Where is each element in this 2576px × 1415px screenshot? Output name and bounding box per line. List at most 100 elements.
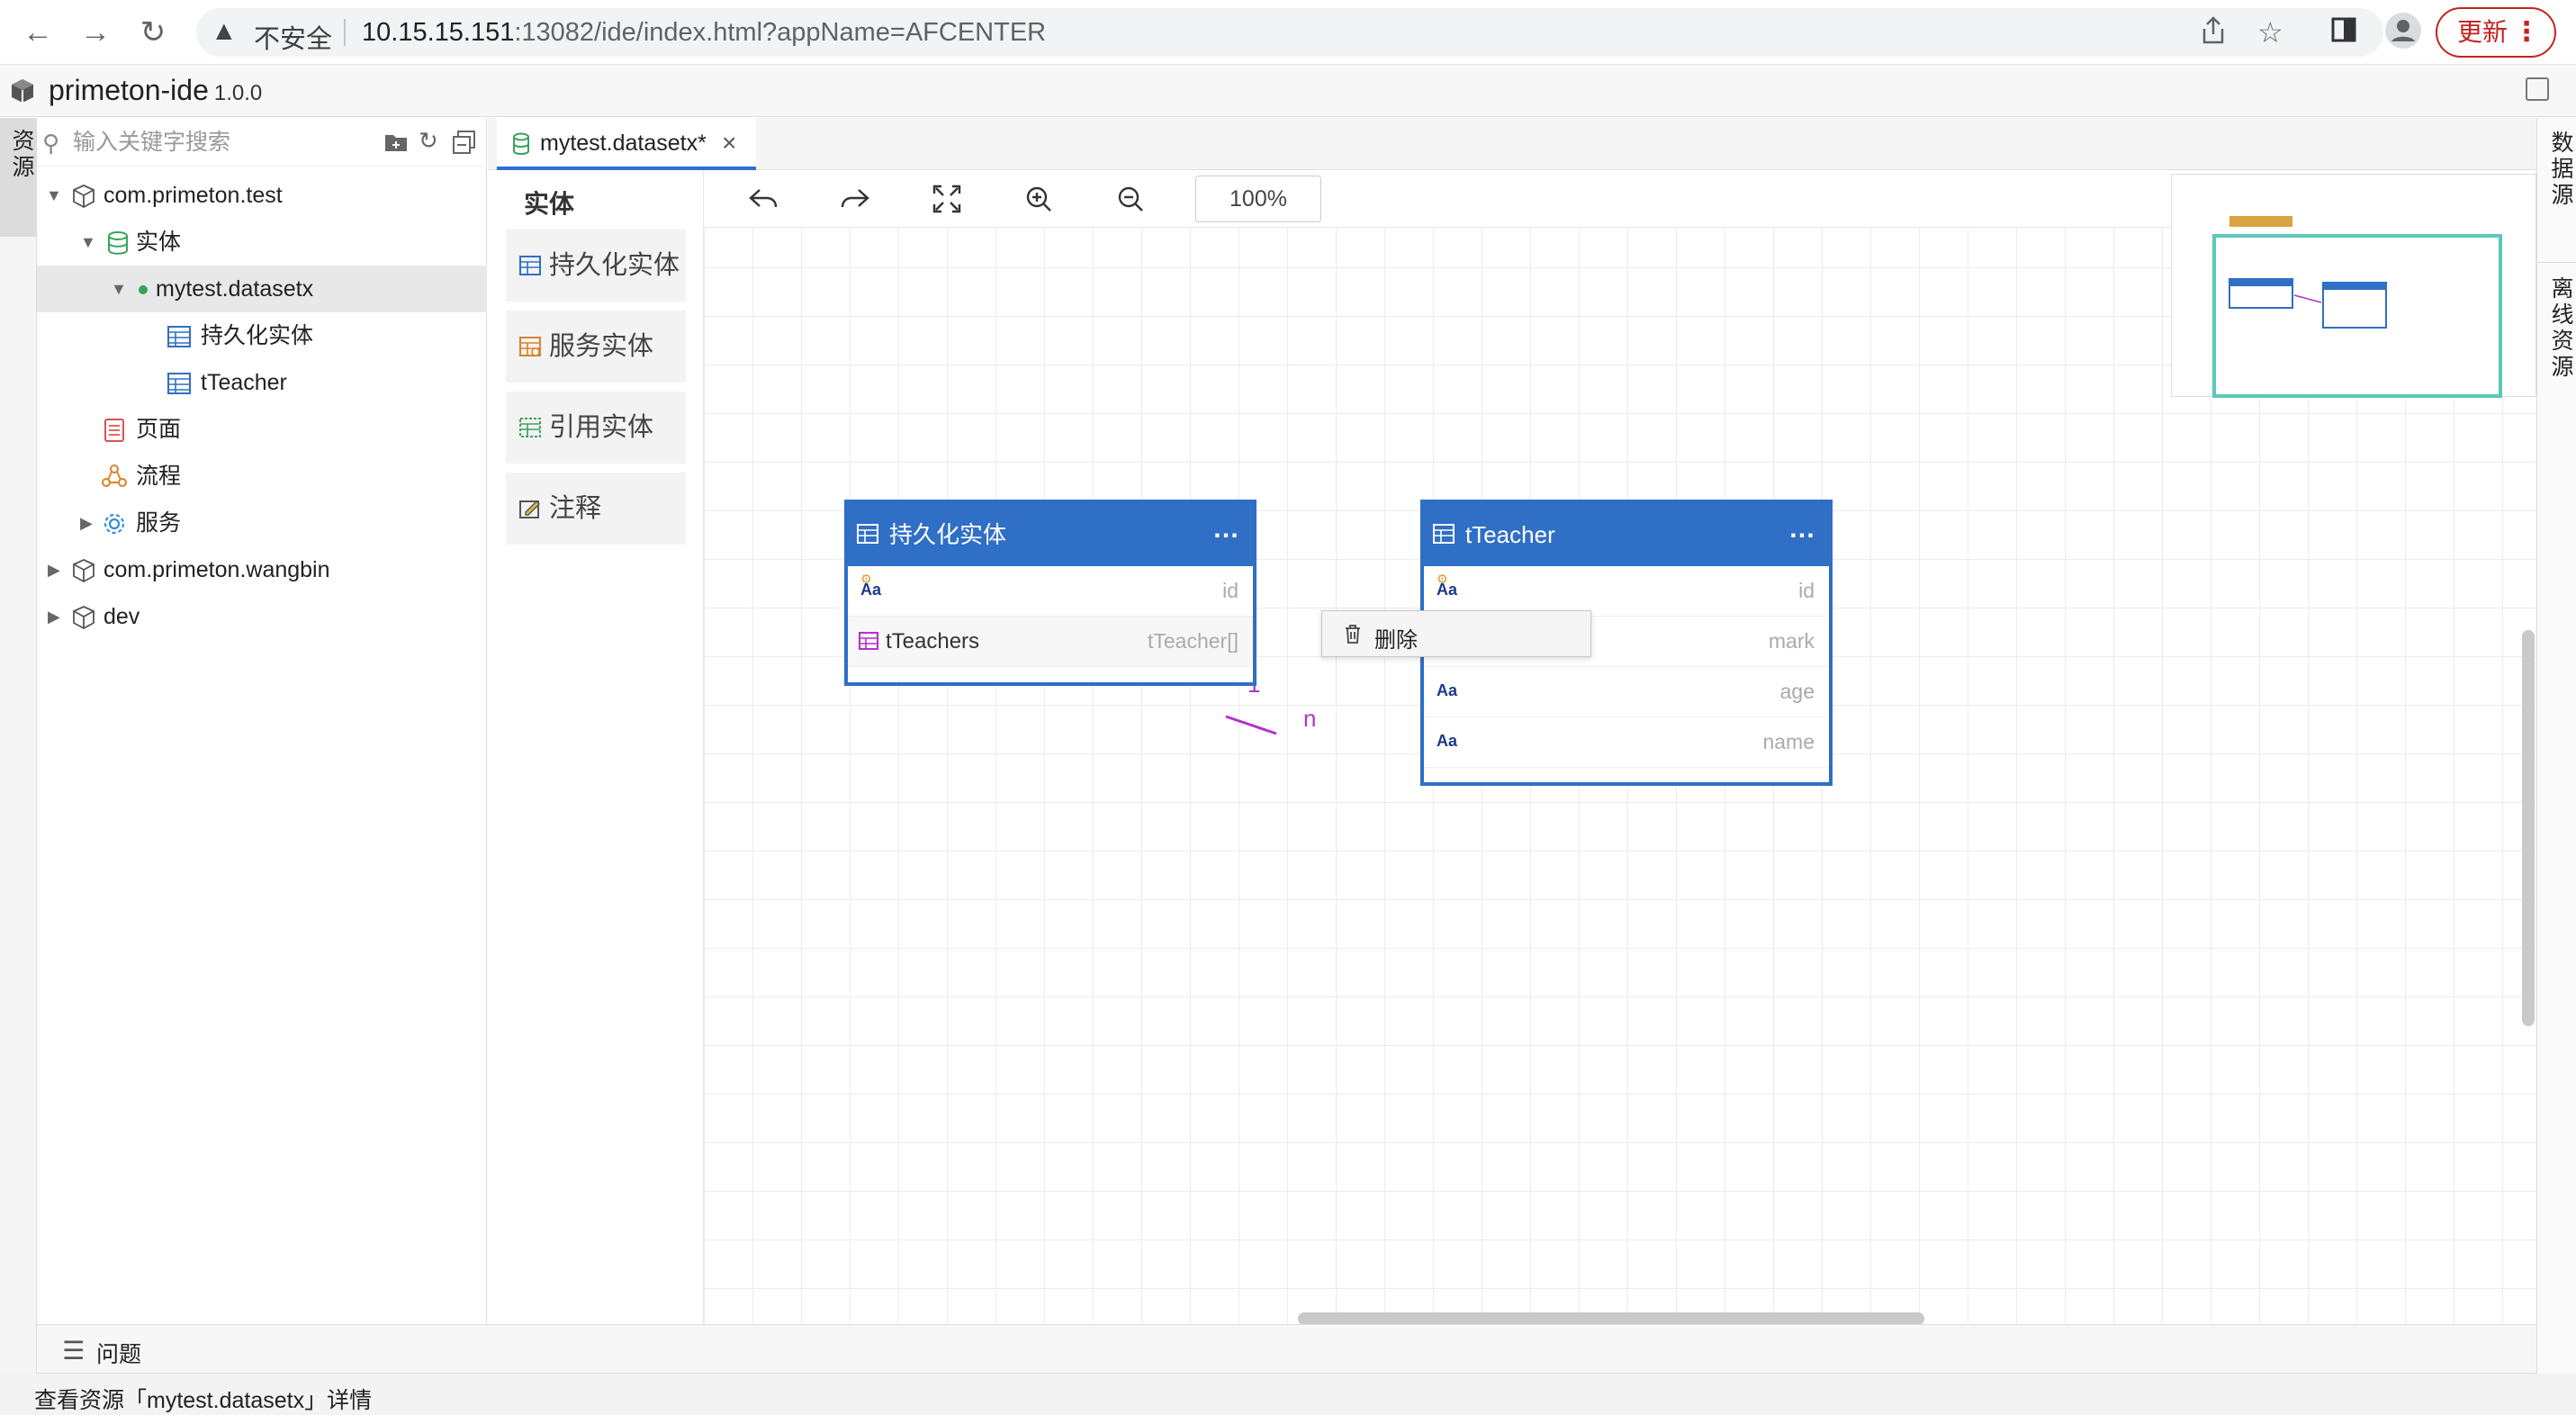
tab-offline-resources[interactable]: 离线资源 — [2544, 276, 2576, 381]
search-input[interactable] — [73, 127, 415, 158]
divider — [2537, 262, 2576, 263]
entity-card-persistent[interactable]: 持久化实体 … ⚙ Aa id tTeachers tTeacher[] — [844, 500, 1256, 686]
expanded-arrow-icon[interactable]: ▼ — [111, 266, 127, 312]
collapsed-arrow-icon[interactable]: ▶ — [48, 593, 60, 640]
search-bar: ⚲ ↻ — [37, 118, 487, 167]
close-tab-icon[interactable]: × — [722, 118, 736, 168]
list-icon: ☰ — [62, 1337, 86, 1365]
minimap-viewport[interactable] — [2212, 234, 2502, 398]
update-button[interactable]: 更新 ⋮ — [2436, 7, 2556, 58]
tree-item-dev[interactable]: ▶ dev — [37, 593, 487, 640]
url-host: 10.15.15.151 — [362, 18, 515, 47]
table-icon — [167, 326, 191, 347]
url-text[interactable]: 10.15.15.151:13082/ide/index.html?appNam… — [362, 18, 1046, 48]
profile-avatar-icon[interactable] — [2385, 13, 2421, 55]
palette-item-persistent-entity[interactable]: 持久化实体 — [506, 230, 686, 302]
tab-datasource[interactable]: 数据源 — [2544, 131, 2576, 209]
entity-title: tTeacher — [1465, 521, 1555, 548]
status-text: 查看资源「mytest.datasetx」详情 — [34, 1388, 373, 1413]
entity-header[interactable]: tTeacher … — [1424, 503, 1829, 566]
tree-item-service[interactable]: ▶ 服务 — [37, 500, 487, 546]
minimap[interactable] — [2171, 174, 2536, 398]
database-icon — [108, 231, 128, 255]
field-name: mark — [1768, 629, 1815, 653]
resource-panel: ⚲ ↻ ▼ com.primeton.test ▼ 实体 ▼ mytest.da… — [37, 118, 487, 1324]
relation-field-icon — [859, 632, 878, 650]
tree-item-label: dev — [104, 604, 140, 629]
field-name: name — [1762, 730, 1815, 753]
tree-item-tteacher[interactable]: tTeacher — [37, 359, 487, 406]
package-icon — [73, 606, 95, 630]
more-options-icon[interactable]: … — [1212, 498, 1240, 561]
bookmark-star-icon[interactable]: ☆ — [2257, 16, 2283, 49]
palette-item-note[interactable]: 注释 — [506, 473, 686, 545]
dot-icon — [139, 285, 148, 294]
save-icon[interactable] — [2526, 77, 2549, 101]
tree-item-persistent-entity[interactable]: 持久化实体 — [37, 312, 487, 359]
tree-item-label: 持久化实体 — [201, 323, 314, 348]
tree-item-com-primeton-wangbin[interactable]: ▶ com.primeton.wangbin — [37, 546, 487, 593]
expanded-arrow-icon[interactable]: ▼ — [80, 219, 96, 266]
tree-item-entity[interactable]: ▼ 实体 — [37, 219, 487, 266]
persist-entity-icon — [519, 256, 541, 275]
field-row-name[interactable]: Aa name — [1424, 717, 1829, 768]
editor-tab-bar: mytest.datasetx* × — [488, 118, 2536, 170]
new-folder-icon[interactable] — [384, 131, 408, 158]
collapsed-arrow-icon[interactable]: ▶ — [80, 500, 93, 546]
problems-bar[interactable]: ☰ 问题 — [37, 1324, 2536, 1374]
address-bar[interactable]: ▲ 不安全 10.15.15.151:13082/ide/index.html?… — [196, 8, 2383, 57]
note-icon — [519, 500, 540, 518]
side-panel-icon[interactable] — [2331, 16, 2356, 49]
refresh-icon[interactable]: ↻ — [419, 127, 438, 155]
palette-item-service-entity[interactable]: 服务实体 — [506, 311, 686, 383]
separator — [344, 19, 346, 46]
back-icon[interactable]: ← — [18, 13, 58, 52]
share-icon[interactable] — [2202, 16, 2225, 51]
app-version: 1.0.0 — [213, 81, 263, 105]
string-type-icon: Aa — [1437, 681, 1458, 699]
problems-label[interactable]: 问题 — [96, 1337, 141, 1369]
browser-toolbar: ← → ↻ ▲ 不安全 10.15.15.151:13082/ide/index… — [0, 0, 2576, 65]
tree-item-mytest-datasetx[interactable]: ▼ mytest.datasetx — [37, 266, 487, 312]
app-header: primeton-ide 1.0.0 — [0, 65, 2576, 117]
field-row-id[interactable]: ⚙ Aa id — [848, 566, 1253, 617]
url-path: :13082/ide/index.html?appName=AFCENTER — [514, 18, 1047, 47]
entity-title: 持久化实体 — [889, 521, 1007, 548]
field-row-id[interactable]: ⚙ Aa id — [1424, 566, 1829, 617]
string-type-icon: Aa — [1437, 581, 1458, 599]
field-row-tteachers[interactable]: tTeachers tTeacher[] — [848, 617, 1253, 667]
tree-item-page[interactable]: 页面 — [37, 406, 487, 453]
tab-resources[interactable]: 资源 — [0, 118, 37, 237]
database-icon — [513, 132, 529, 155]
delete-menu-item[interactable]: 删除 — [1374, 622, 1418, 653]
palette-item-reference-entity[interactable]: 引用实体 — [506, 392, 686, 464]
reload-icon[interactable]: ↻ — [133, 13, 173, 52]
forward-icon[interactable]: → — [76, 13, 115, 52]
tree-item-flow[interactable]: 流程 — [37, 453, 487, 500]
collapse-all-icon[interactable] — [453, 131, 476, 160]
more-options-icon[interactable]: … — [1788, 498, 1816, 561]
tab-label: mytest.datasetx* — [540, 131, 707, 156]
palette-item-label: 持久化实体 — [549, 251, 680, 280]
palette-item-label: 注释 — [549, 494, 602, 523]
entity-header[interactable]: 持久化实体 … — [848, 503, 1253, 566]
field-type: tTeacher[] — [1148, 629, 1238, 653]
tab-resources-label: 资源 — [9, 129, 34, 181]
ref-entity-icon — [519, 418, 541, 437]
right-side-tabs: 数据源 离线资源 — [2536, 118, 2576, 1374]
expanded-arrow-icon[interactable]: ▼ — [46, 172, 62, 219]
tree-item-label: 服务 — [136, 510, 182, 536]
tab-mytest-datasetx[interactable]: mytest.datasetx* × — [497, 118, 756, 170]
app-logo-icon — [12, 79, 33, 103]
page-icon — [104, 419, 124, 442]
horizontal-scrollbar[interactable] — [1298, 1312, 1924, 1325]
tree-item-com-primeton-test[interactable]: ▼ com.primeton.test — [37, 172, 487, 219]
warning-icon: ▲ — [211, 16, 238, 46]
field-name: age — [1779, 680, 1815, 703]
status-bar: 查看资源「mytest.datasetx」详情 — [0, 1374, 2576, 1415]
service-entity-icon — [519, 337, 541, 356]
tree-item-label: com.primeton.test — [104, 183, 283, 208]
collapsed-arrow-icon[interactable]: ▶ — [48, 546, 60, 593]
field-row-age[interactable]: Aa age — [1424, 667, 1829, 717]
vertical-scrollbar[interactable] — [2522, 630, 2535, 1026]
